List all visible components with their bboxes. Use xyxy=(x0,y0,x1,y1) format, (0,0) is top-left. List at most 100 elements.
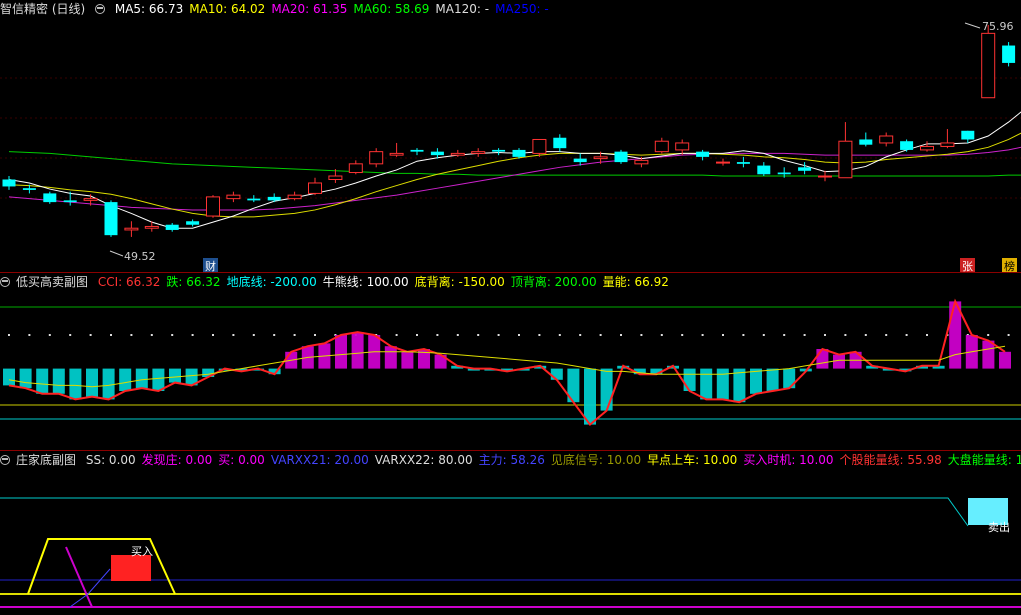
candle-down xyxy=(247,198,261,201)
candle-up xyxy=(144,225,159,229)
candle-up xyxy=(308,182,322,194)
settings-icon[interactable] xyxy=(0,455,10,465)
candle-up xyxy=(532,138,547,154)
cci-bar xyxy=(982,340,995,369)
cci-chart[interactable] xyxy=(0,273,1021,450)
candle-down xyxy=(736,162,750,164)
cci-bar xyxy=(550,368,563,380)
sub2-indicator-5: 主力: 58.26 xyxy=(478,453,545,467)
candle-down xyxy=(900,141,914,150)
cci-bar xyxy=(335,335,347,369)
bull-bear-dot xyxy=(436,334,439,336)
marker-cai[interactable]: 财 xyxy=(203,258,218,272)
candle-up xyxy=(716,161,730,164)
bull-bear-dot xyxy=(558,334,561,336)
bull-bear-dot xyxy=(8,334,10,336)
candle-down xyxy=(1002,45,1016,63)
bull-bear-dot xyxy=(252,334,255,336)
main-indicator-list: MA5: 66.73 MA10: 64.02 MA20: 61.35 MA60: 58… xyxy=(115,2,555,16)
cci-bar xyxy=(700,368,713,400)
candle-up xyxy=(328,175,343,180)
main-indicator-0: MA5: 66.73 xyxy=(114,2,184,16)
bull-bear-dot xyxy=(844,334,847,336)
sub-chart-2-panel[interactable]: 庄家底副图 SS: 0.00 发现庄: 0.00 买: 0.00 VARXX21: 2… xyxy=(0,451,1021,615)
bull-bear-dot xyxy=(416,334,418,336)
settings-icon[interactable] xyxy=(0,277,10,287)
candle-up xyxy=(818,175,832,178)
bull-bear-dot xyxy=(538,334,541,336)
bull-bear-dot xyxy=(477,334,480,336)
candle-up xyxy=(940,142,955,147)
bull-bear-dot xyxy=(48,334,51,336)
bull-bear-dot xyxy=(89,334,92,336)
bull-bear-dot xyxy=(191,334,194,336)
bull-bear-dot xyxy=(599,334,602,336)
sub1-indicator-3: 牛熊线: 100.00 xyxy=(322,275,409,289)
main-indicator-1: MA10: 64.02 xyxy=(189,2,266,16)
settings-icon[interactable] xyxy=(95,4,106,14)
bull-bear-dot xyxy=(660,334,663,336)
cci-bar xyxy=(169,368,181,383)
candle-up xyxy=(838,140,853,179)
main-indicator-2: MA20: 61.35 xyxy=(271,2,348,16)
bull-bear-dot xyxy=(518,334,520,336)
bull-bear-dot xyxy=(803,334,806,336)
banker-chart[interactable] xyxy=(0,451,1021,615)
candle-up xyxy=(287,194,302,200)
sub1-indicator-5: 顶背离: 200.00 xyxy=(510,275,597,289)
bull-bear-dot xyxy=(273,334,276,336)
cci-bar xyxy=(135,368,148,389)
candle-down xyxy=(165,224,179,230)
candle-up xyxy=(369,151,384,165)
bull-bear-dot xyxy=(885,334,888,336)
candle-down xyxy=(696,151,710,157)
sub2-indicator-0: SS: 0.00 xyxy=(85,453,136,467)
candle-up xyxy=(226,194,241,200)
sub2-indicator-7: 早点上车: 10.00 xyxy=(647,453,738,467)
cci-bar xyxy=(52,368,65,394)
bull-bear-dot xyxy=(497,334,500,336)
candle-up xyxy=(879,135,894,144)
candle-down xyxy=(614,151,628,163)
main-chart-header: 智信精密 (日线) MA5: 66.73 MA10: 64.02 MA20: 61.… xyxy=(0,0,561,18)
candle-down xyxy=(553,137,567,149)
candlestick-chart[interactable] xyxy=(0,0,1021,272)
bull-bear-dot xyxy=(130,334,133,336)
main-chart-panel[interactable]: 智信精密 (日线) MA5: 66.73 MA10: 64.02 MA20: 61.… xyxy=(0,0,1021,272)
cci-bar xyxy=(750,368,762,394)
bull-bear-dot xyxy=(69,334,72,336)
sub1-indicator-list: CCI: 66.32 跌: 66.32 地底线: -200.00 牛熊线: 100.0… xyxy=(98,275,675,289)
cci-bar xyxy=(19,368,32,389)
candle-down xyxy=(410,149,424,152)
bull-bear-dot xyxy=(293,334,296,336)
banker-cyan-line xyxy=(0,497,969,527)
candle-down xyxy=(859,139,873,145)
cci-bar xyxy=(816,349,829,369)
sub2-indicator-10: 大盘能量线: 11.68 xyxy=(947,453,1021,467)
cci-bar xyxy=(999,351,1011,369)
candle-down xyxy=(2,179,16,187)
sub1-indicator-1: 跌: 66.32 xyxy=(166,275,221,289)
cci-bar xyxy=(584,368,596,425)
sub2-indicator-1: 发现庄: 0.00 xyxy=(141,453,213,467)
candle-up xyxy=(675,142,690,151)
sub1-indicator-4: 底背离: -150.00 xyxy=(414,275,505,289)
candle-down xyxy=(798,167,812,171)
sub1-title: 低买高卖副图 xyxy=(16,275,89,289)
candle-down xyxy=(63,200,77,203)
candle-down xyxy=(43,193,57,203)
candle-down xyxy=(512,149,526,157)
candle-down xyxy=(961,130,975,140)
main-indicator-5: MA250: - xyxy=(495,2,549,16)
marker-zhang[interactable]: 张 xyxy=(960,258,975,272)
marker-bang[interactable]: 榜 xyxy=(1002,258,1017,272)
sub-chart-1-panel[interactable]: 低买高卖副图 CCI: 66.32 跌: 66.32 地底线: -200.00 牛熊线… xyxy=(0,273,1021,450)
bull-bear-dot xyxy=(783,334,786,336)
bull-bear-dot xyxy=(742,334,745,336)
bull-bear-dot xyxy=(864,334,867,336)
sub2-indicator-6: 见底信号: 10.00 xyxy=(550,453,642,467)
bull-bear-dot xyxy=(722,334,724,336)
ma5-line xyxy=(8,111,1021,229)
sub2-indicator-8: 买入时机: 10.00 xyxy=(743,453,834,467)
cci-bar xyxy=(384,346,397,369)
